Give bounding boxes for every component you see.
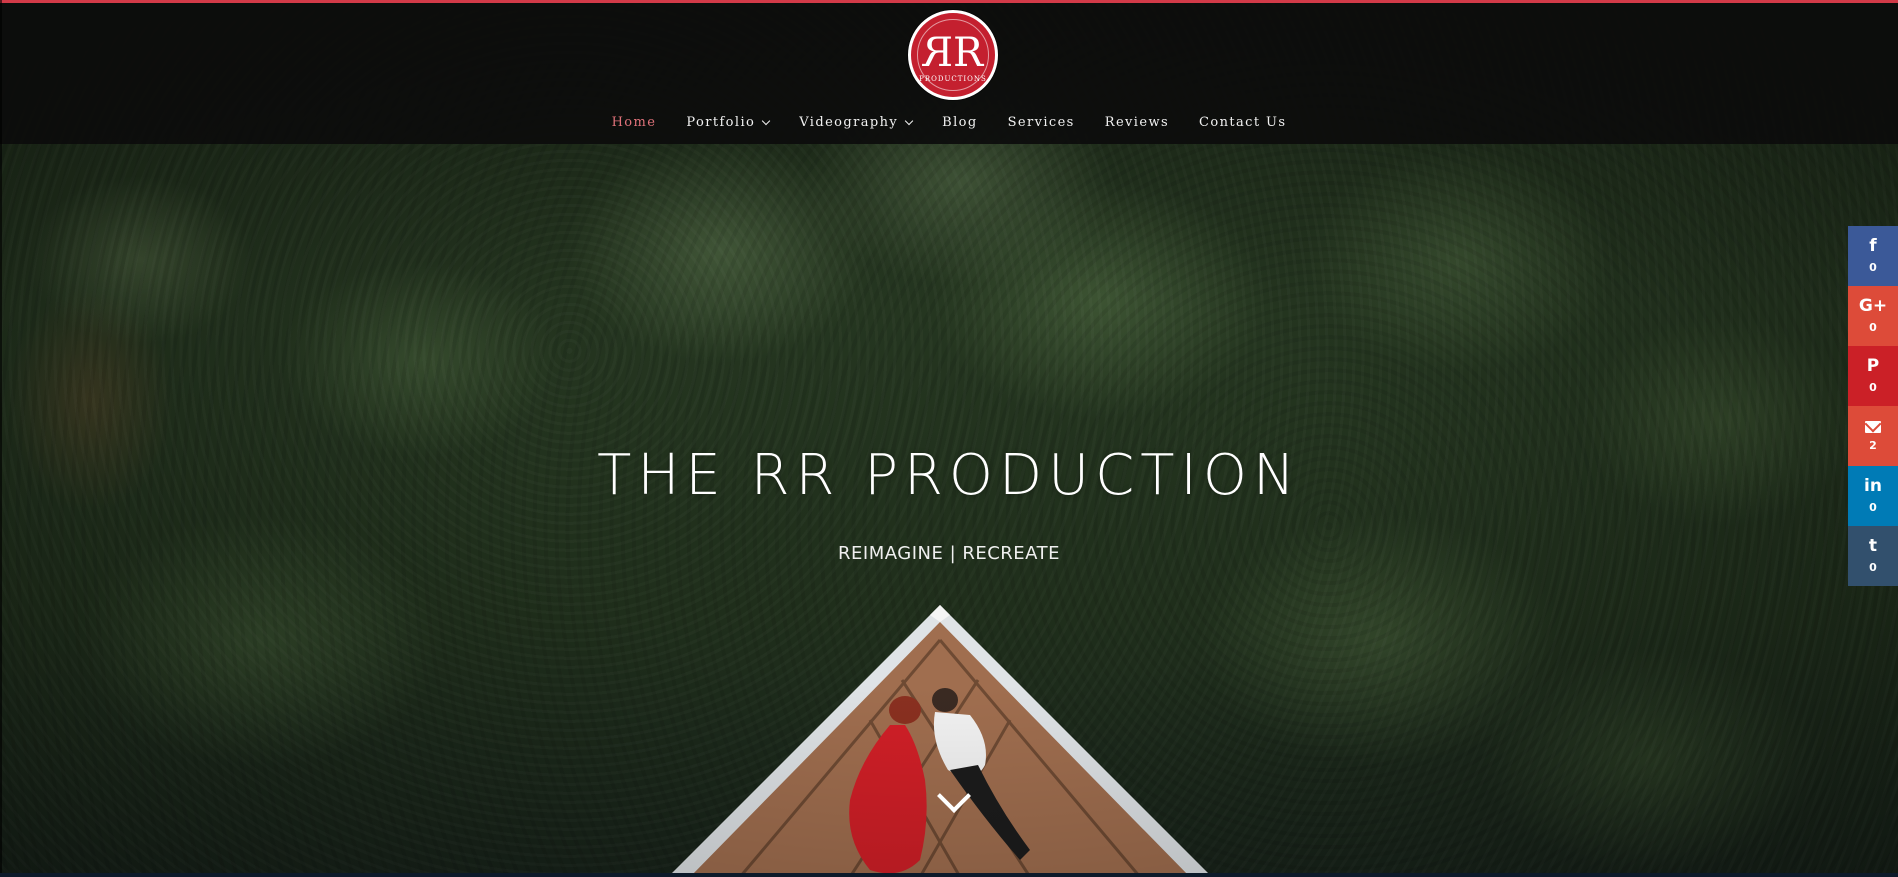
main-nav: Home Portfolio Videography Blog Services… [0,111,1898,134]
share-count: 0 [1869,561,1877,574]
google-plus-icon: G+ [1858,296,1888,316]
nav-item-home[interactable]: Home [597,111,672,134]
nav-label: Videography [799,115,899,130]
share-count: 0 [1869,381,1877,394]
nav-item-portfolio[interactable]: Portfolio [671,111,784,134]
site-logo[interactable]: RR PRODUCTIONS [908,10,998,100]
nav-item-contact-us[interactable]: Contact Us [1184,111,1301,134]
share-count: 0 [1869,501,1877,514]
share-count: 0 [1869,261,1877,274]
hero-subtitle: REIMAGINE | RECREATE [838,543,1060,564]
site-header: RR PRODUCTIONS Home Portfolio Videograph… [0,0,1898,144]
nav-item-services[interactable]: Services [993,111,1090,134]
nav-item-blog[interactable]: Blog [927,111,992,134]
logo-mark-flipped: R [928,30,953,76]
page-bottom-strip [0,873,1898,877]
share-button-pinterest[interactable]: P 0 [1848,346,1898,406]
share-button-tumblr[interactable]: t 0 [1848,526,1898,586]
chevron-down-icon [761,116,771,126]
share-button-facebook[interactable]: f 0 [1848,226,1898,286]
chevron-down-icon [904,116,914,126]
scroll-down-chevron-icon[interactable] [933,784,971,822]
nav-label: Portfolio [686,115,756,130]
share-button-email[interactable]: 2 [1848,406,1898,466]
hero-title: THE RR PRODUCTION [597,443,1301,508]
nav-label: Reviews [1104,115,1170,130]
page: RR PRODUCTIONS Home Portfolio Videograph… [0,0,1898,877]
share-count: 0 [1869,321,1877,334]
page-left-edge [0,0,2,877]
share-button-linkedin[interactable]: in 0 [1848,466,1898,526]
linkedin-icon: in [1864,476,1882,496]
facebook-icon: f [1869,236,1877,256]
nav-item-reviews[interactable]: Reviews [1090,111,1184,134]
nav-label: Home [611,115,657,130]
nav-label: Contact Us [1199,115,1287,130]
social-share-sidebar: f 0 G+ 0 P 0 2 in 0 t 0 [1848,226,1898,586]
share-button-google-plus[interactable]: G+ 0 [1848,286,1898,346]
share-count: 2 [1869,438,1877,452]
tumblr-icon: t [1868,536,1878,556]
nav-label: Services [1007,115,1075,130]
nav-label: Blog [942,115,978,130]
pinterest-icon: P [1866,356,1880,376]
mail-icon [1865,420,1881,433]
nav-item-videography[interactable]: Videography [784,111,927,134]
